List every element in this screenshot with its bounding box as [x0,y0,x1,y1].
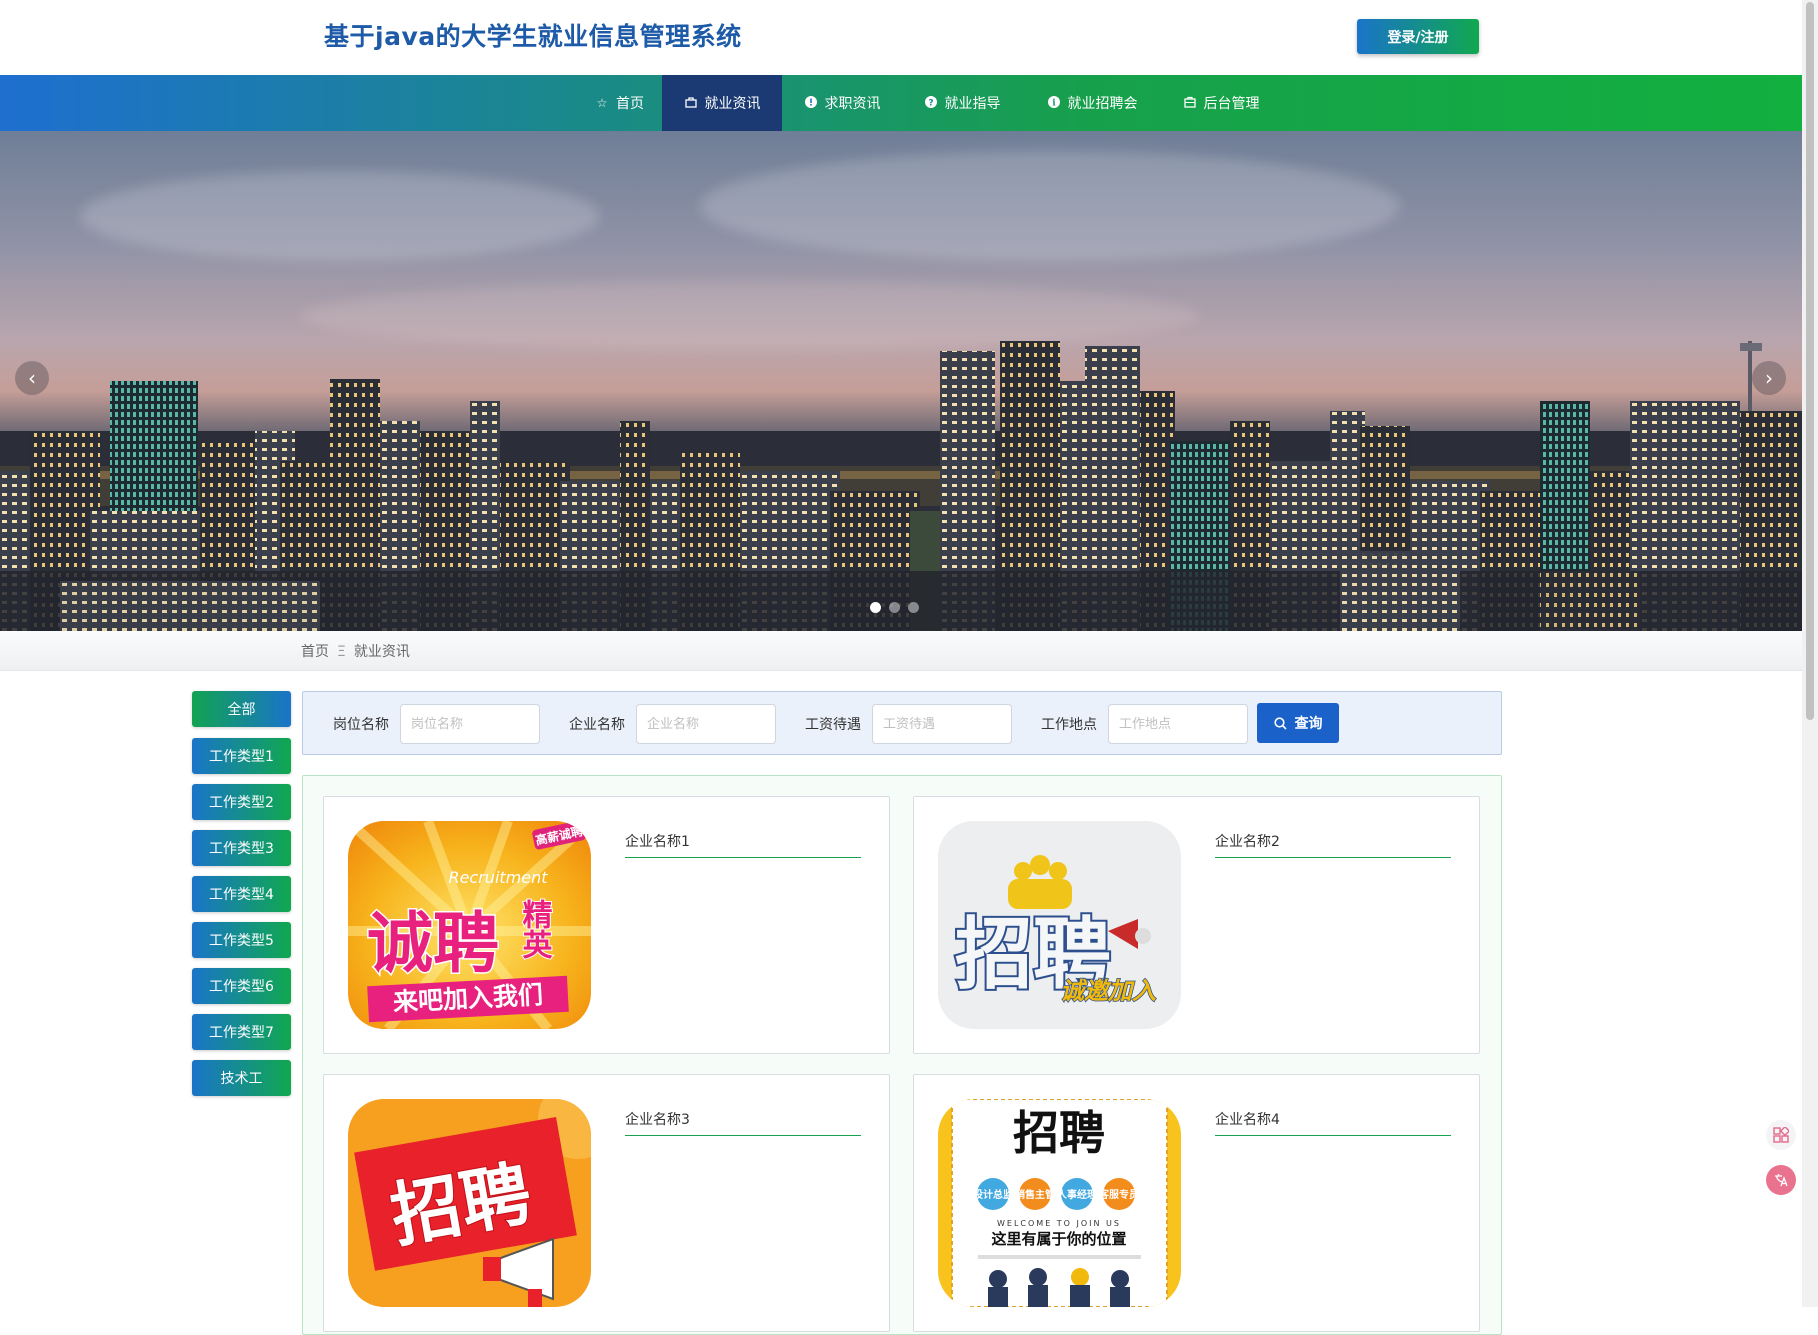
carousel-dot[interactable] [908,602,919,613]
company-card[interactable]: 招聘 设计总监 销售主管 人事经理 客服专员 WELCOME TO JOIN U… [913,1074,1480,1332]
help-icon: ? [924,96,938,110]
nav-label: 就业资讯 [704,96,761,112]
svg-text:诚邀加入: 诚邀加入 [1060,977,1156,1005]
banner-carousel[interactable]: ‹ › [0,131,1802,631]
query-label: 查询 [1294,716,1323,732]
company-logo-image: 招聘 [348,1099,591,1307]
carousel-next-button[interactable]: › [1752,361,1786,395]
work-location-input[interactable] [1108,704,1248,744]
briefcase-icon [1183,96,1197,110]
company-list: 高薪诚聘 Recruitment 诚聘 精英 来吧加入我们 企业名称1 招聘 诚… [302,775,1502,1335]
company-name: 企业名称2 [1215,831,1451,858]
company-card[interactable]: 高薪诚聘 Recruitment 诚聘 精英 来吧加入我们 企业名称1 [323,796,890,1054]
company-name-label: 企业名称 [569,717,625,733]
category-item[interactable]: 工作类型3 [192,830,291,866]
company-name-input[interactable] [636,704,776,744]
svg-text:招聘: 招聘 [1013,1106,1105,1160]
search-panel: 岗位名称 企业名称 工资待遇 工作地点 查询 [302,691,1502,755]
nav-label: 求职资讯 [824,96,881,112]
main-nav: ☆ 首页 就业资讯 求职资讯 ? 就业指导 i 就业招聘会 后台管理 [0,75,1802,131]
salary-label: 工资待遇 [805,717,861,733]
company-card[interactable]: 招聘 诚邀加入 企业名称2 [913,796,1480,1054]
scrollbar-thumb[interactable] [1806,2,1814,720]
category-item[interactable]: 工作类型5 [192,922,291,958]
nav-item-news[interactable]: 就业资讯 [662,75,782,131]
company-name: 企业名称1 [625,831,861,858]
salary-input[interactable] [872,704,1012,744]
carousel-dot[interactable] [870,602,881,613]
svg-text:销售主管: 销售主管 [1015,1188,1055,1201]
svg-text:这里有属于你的位置: 这里有属于你的位置 [991,1230,1126,1248]
carousel-dot[interactable] [889,602,900,613]
work-location-label: 工作地点 [1041,717,1097,733]
nav-item-guidance[interactable]: ? 就业指导 [902,75,1022,131]
query-button[interactable]: 查询 [1257,703,1339,743]
company-logo-image: 招聘 设计总监 销售主管 人事经理 客服专员 WELCOME TO JOIN U… [938,1099,1181,1307]
svg-text:诚聘: 诚聘 [367,905,499,982]
company-logo-image: 高薪诚聘 Recruitment 诚聘 精英 来吧加入我们 [348,821,591,1029]
svg-text:Recruitment: Recruitment [448,868,548,887]
position-name-label: 岗位名称 [333,717,389,733]
category-item[interactable]: 技术工 [192,1060,291,1096]
breadcrumb-bar: 首页 Ξ 就业资讯 [0,631,1802,671]
svg-text:设计总监: 设计总监 [973,1188,1013,1201]
svg-text:?: ? [928,99,933,109]
nav-label: 首页 [616,96,644,112]
nav-item-admin[interactable]: 后台管理 [1156,75,1286,131]
info-icon: i [1047,96,1061,110]
breadcrumb-home[interactable]: 首页 [301,644,329,660]
svg-text:WELCOME TO JOIN US: WELCOME TO JOIN US [997,1219,1121,1228]
company-name: 企业名称3 [625,1109,861,1136]
category-item[interactable]: 工作类型6 [192,968,291,1004]
svg-text:精英: 精英 [517,899,553,959]
login-register-button[interactable]: 登录/注册 [1357,19,1479,54]
breadcrumb: 首页 Ξ 就业资讯 [301,641,410,661]
category-item[interactable]: 工作类型4 [192,876,291,912]
star-icon: ☆ [596,96,608,110]
category-item[interactable]: 工作类型1 [192,738,291,774]
info-icon [804,96,818,110]
bag-icon [684,96,698,110]
category-item[interactable]: 工作类型2 [192,784,291,820]
carousel-prev-button[interactable]: ‹ [15,361,49,395]
category-item[interactable]: 工作类型7 [192,1014,291,1050]
breadcrumb-current: 就业资讯 [353,644,410,660]
company-name: 企业名称4 [1215,1109,1451,1136]
company-card[interactable]: 招聘 企业名称3 [323,1074,890,1332]
header-bar: 基于java的大学生就业信息管理系统 登录/注册 [0,0,1802,75]
translate-icon[interactable] [1766,1165,1796,1195]
category-all[interactable]: 全部 [192,691,291,727]
nav-label: 后台管理 [1203,96,1260,112]
breadcrumb-separator: Ξ [337,644,346,660]
city-skyline-image [0,341,1802,631]
search-icon [1273,716,1287,730]
company-logo-image: 招聘 诚邀加入 [938,821,1181,1029]
svg-text:i: i [1052,99,1056,109]
svg-text:人事经理: 人事经理 [1057,1188,1097,1201]
position-name-input[interactable] [400,704,540,744]
site-title: 基于java的大学生就业信息管理系统 [324,22,742,51]
nav-item-jobs[interactable]: 求职资讯 [782,75,902,131]
nav-item-job-fair[interactable]: i 就业招聘会 [1022,75,1162,131]
nav-label: 就业指导 [944,96,1001,112]
nav-label: 就业招聘会 [1067,96,1138,112]
svg-text:客服专员: 客服专员 [1098,1188,1139,1201]
grid-apps-icon[interactable] [1766,1120,1796,1150]
